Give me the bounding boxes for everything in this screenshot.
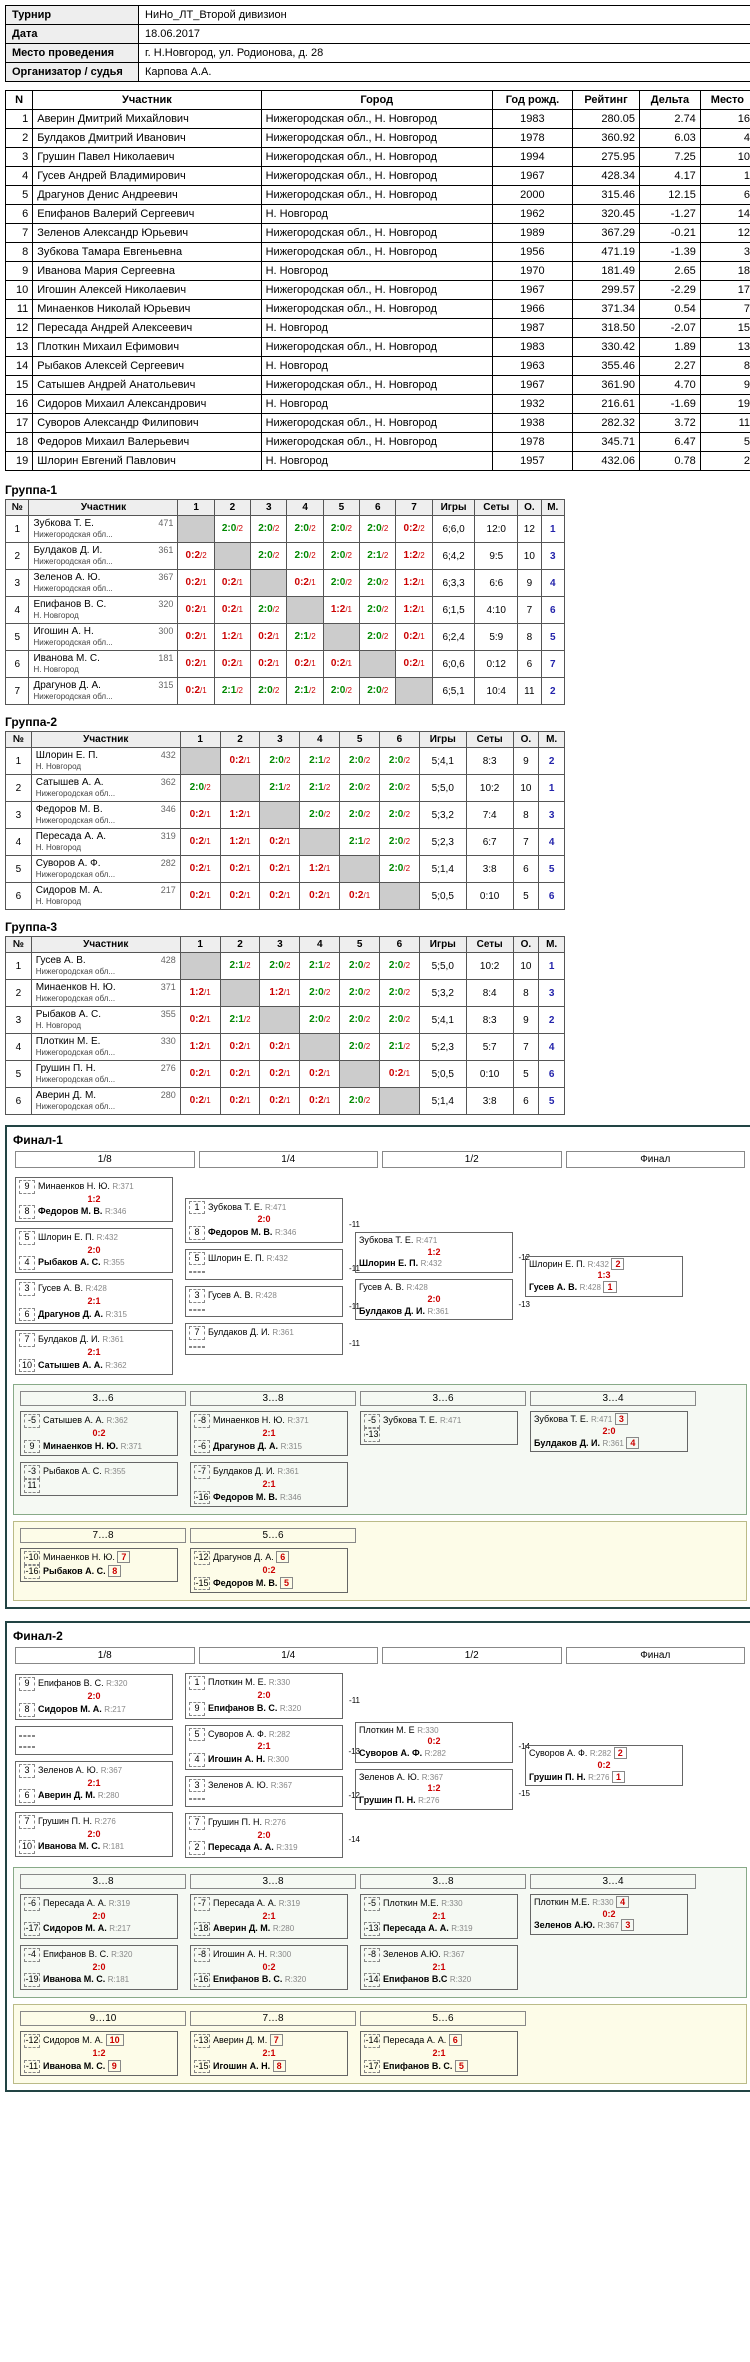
round-header: Финал bbox=[566, 1151, 746, 1168]
col-n: N bbox=[6, 91, 33, 110]
match-box: -12Сидоров М. А. 101:2-11Иванова М. С. 9 bbox=[20, 2031, 178, 2076]
match-box: -8Минаенков Н. Ю. R:3712:1-6Драгунов Д. … bbox=[190, 1411, 348, 1456]
table-row: 9Иванова Мария СергеевнаН. Новгород19701… bbox=[6, 262, 750, 281]
match-box: 7Грушин П. Н. R:2762:02Пересада А. А. R:… bbox=[185, 1813, 343, 1858]
match-box: Плоткин М.Е. R:330 40:2Зеленов А.Ю. R:36… bbox=[530, 1894, 688, 1935]
match-box: 7Булдаков Д. И. R:361 -11 bbox=[185, 1323, 343, 1354]
table-row: 4Гусев Андрей ВладимировичНижегородская … bbox=[6, 167, 750, 186]
match-box: -13Аверин Д. М. 72:1-15Игошин А. Н. 8 bbox=[190, 2031, 348, 2076]
match-box bbox=[15, 1726, 173, 1755]
match-box: 3Зеленов А. Ю. R:3672:16Аверин Д. М. R:2… bbox=[15, 1761, 173, 1806]
match-box: -3Рыбаков А. С. R:35511 bbox=[20, 1462, 178, 1495]
bracket: Финал-21/81/41/2Финал9Епифанов В. С. R:3… bbox=[5, 1621, 750, 2092]
match-box: -4Епифанов В. С. R:3202:0-19Иванова М. С… bbox=[20, 1945, 178, 1990]
match-box: -6Пересада А. А. R:3192:0-17Сидоров М. А… bbox=[20, 1894, 178, 1939]
table-row: 18Федоров Михаил ВалерьевичНижегородская… bbox=[6, 433, 750, 452]
match-box: Зубкова Т. Е. R:4711:2Шлорин Е. П. R:432… bbox=[355, 1232, 513, 1273]
round-header: Финал bbox=[566, 1647, 746, 1664]
match-box: 9Минаенков Н. Ю. R:3711:28Федоров М. В. … bbox=[15, 1177, 173, 1222]
match-box: Гусев А. В. R:4282:0Булдаков Д. И. R:361… bbox=[355, 1279, 513, 1320]
match-box: 3Зеленов А. Ю. R:367 -12 bbox=[185, 1776, 343, 1807]
round-header: 1/4 bbox=[199, 1647, 379, 1664]
table-row: 2Булдаков Дмитрий ИвановичНижегородская … bbox=[6, 129, 750, 148]
match-box: 1Плоткин М. Е. R:3302:09Епифанов В. С. R… bbox=[185, 1673, 343, 1718]
group-title: Группа-1 bbox=[5, 483, 750, 497]
group-title: Группа-3 bbox=[5, 920, 750, 934]
table-row: 3Грушин Павел НиколаевичНижегородская об… bbox=[6, 148, 750, 167]
match-box: Зубкова Т. Е. R:471 32:0Булдаков Д. И. R… bbox=[530, 1411, 688, 1452]
match-box: -14Пересада А. А. 62:1-17Епифанов В. С. … bbox=[360, 2031, 518, 2076]
match-box: -5Зубкова Т. Е. R:471-13 bbox=[360, 1411, 518, 1444]
match-box: -8Зеленов А.Ю. R:3672:1-14Епифанов В.С R… bbox=[360, 1945, 518, 1990]
group-table: №Участник123456ИгрыСетыО.М.1Шлорин Е. П.… bbox=[5, 731, 565, 910]
match-box: 7Грушин П. Н. R:2762:010Иванова М. С. R:… bbox=[15, 1812, 173, 1857]
table-row: 19Шлорин Евгений ПавловичН. Новгород1957… bbox=[6, 452, 750, 471]
round-header: 1/2 bbox=[382, 1151, 562, 1168]
table-row: 12Пересада Андрей АлексеевичН. Новгород1… bbox=[6, 319, 750, 338]
match-box: 5Шлорин Е. П. R:432 -11 bbox=[185, 1249, 343, 1280]
col-delta: Дельта bbox=[640, 91, 701, 110]
match-box: 5Шлорин Е. П. R:4322:04Рыбаков А. С. R:3… bbox=[15, 1228, 173, 1273]
match-box: Зеленов А. Ю. R:3671:2Грушин П. Н. R:276… bbox=[355, 1769, 513, 1810]
col-rating: Рейтинг bbox=[572, 91, 639, 110]
round-header: 1/8 bbox=[15, 1647, 195, 1664]
table-row: 5Драгунов Денис АндреевичНижегородская о… bbox=[6, 186, 750, 205]
match-box: 3Гусев А. В. R:4282:16Драгунов Д. А. R:3… bbox=[15, 1279, 173, 1324]
table-row: 13Плоткин Михаил ЕфимовичНижегородская о… bbox=[6, 338, 750, 357]
table-row: 15Сатышев Андрей АнатольевичНижегородска… bbox=[6, 376, 750, 395]
table-row: 1Аверин Дмитрий МихайловичНижегородская … bbox=[6, 110, 750, 129]
match-box: 7Булдаков Д. И. R:3612:110Сатышев А. А. … bbox=[15, 1330, 173, 1375]
match-box: -7Пересада А. А. R:3192:1-18Аверин Д. М.… bbox=[190, 1894, 348, 1939]
group-table: №Участник123456ИгрыСетыО.М.1Гусев А. В.4… bbox=[5, 936, 565, 1115]
match-box: Плоткин М. Е R:3300:2Суворов А. Ф. R:282… bbox=[355, 1722, 513, 1763]
col-city: Город bbox=[261, 91, 492, 110]
match-box: -12Драгунов Д. А. 60:2-15Федоров М. В. 5 bbox=[190, 1548, 348, 1593]
bracket: Финал-11/81/41/2Финал9Минаенков Н. Ю. R:… bbox=[5, 1125, 750, 1609]
col-place: Место bbox=[700, 91, 750, 110]
col-year: Год рожд. bbox=[492, 91, 572, 110]
participants-table: N Участник Город Год рожд. Рейтинг Дельт… bbox=[5, 90, 750, 471]
match-box: 1Зубкова Т. Е. R:4712:08Федоров М. В. R:… bbox=[185, 1198, 343, 1243]
match-box: -7Булдаков Д. И. R:3612:1-16Федоров М. В… bbox=[190, 1462, 348, 1507]
match-box: -8Игошин А. Н. R:3000:2-16Епифанов В. С.… bbox=[190, 1945, 348, 1990]
match-box: -10Минаенков Н. Ю. 7-16Рыбаков А. С. 8 bbox=[20, 1548, 178, 1581]
tournament-info: ТурнирНиНо_ЛТ_Второй дивизион Дата18.06.… bbox=[5, 5, 750, 82]
group-table: №Участник1234567ИгрыСетыО.М.1Зубкова Т. … bbox=[5, 499, 565, 705]
match-box: -5Сатышев А. А. R:3620:29Минаенков Н. Ю.… bbox=[20, 1411, 178, 1456]
match-box: 9Епифанов В. С. R:3202:08Сидоров М. А. R… bbox=[15, 1674, 173, 1719]
table-row: 17Суворов Александр ФилиповичНижегородск… bbox=[6, 414, 750, 433]
match-box: 3Гусев А. В. R:428 -11 bbox=[185, 1286, 343, 1317]
table-row: 14Рыбаков Алексей СергеевичН. Новгород19… bbox=[6, 357, 750, 376]
round-header: 1/8 bbox=[15, 1151, 195, 1168]
match-box: Шлорин Е. П. R:432 21:3Гусев А. В. R:428… bbox=[525, 1256, 683, 1297]
match-box: Суворов А. Ф. R:282 20:2Грушин П. Н. R:2… bbox=[525, 1745, 683, 1786]
group-title: Группа-2 bbox=[5, 715, 750, 729]
table-row: 11Минаенков Николай ЮрьевичНижегородская… bbox=[6, 300, 750, 319]
match-box: -5Плоткин М.Е. R:3302:1-13Пересада А. А.… bbox=[360, 1894, 518, 1939]
round-header: 1/2 bbox=[382, 1647, 562, 1664]
table-row: 8Зубкова Тамара ЕвгеньевнаНижегородская … bbox=[6, 243, 750, 262]
round-header: 1/4 bbox=[199, 1151, 379, 1168]
table-row: 16Сидоров Михаил АлександровичН. Новгоро… bbox=[6, 395, 750, 414]
col-participant: Участник bbox=[33, 91, 261, 110]
match-box: 5Суворов А. Ф. R:2822:14Игошин А. Н. R:3… bbox=[185, 1725, 343, 1770]
table-row: 10Игошин Алексей НиколаевичНижегородская… bbox=[6, 281, 750, 300]
table-row: 6Епифанов Валерий СергеевичН. Новгород19… bbox=[6, 205, 750, 224]
table-row: 7Зеленов Александр ЮрьевичНижегородская … bbox=[6, 224, 750, 243]
